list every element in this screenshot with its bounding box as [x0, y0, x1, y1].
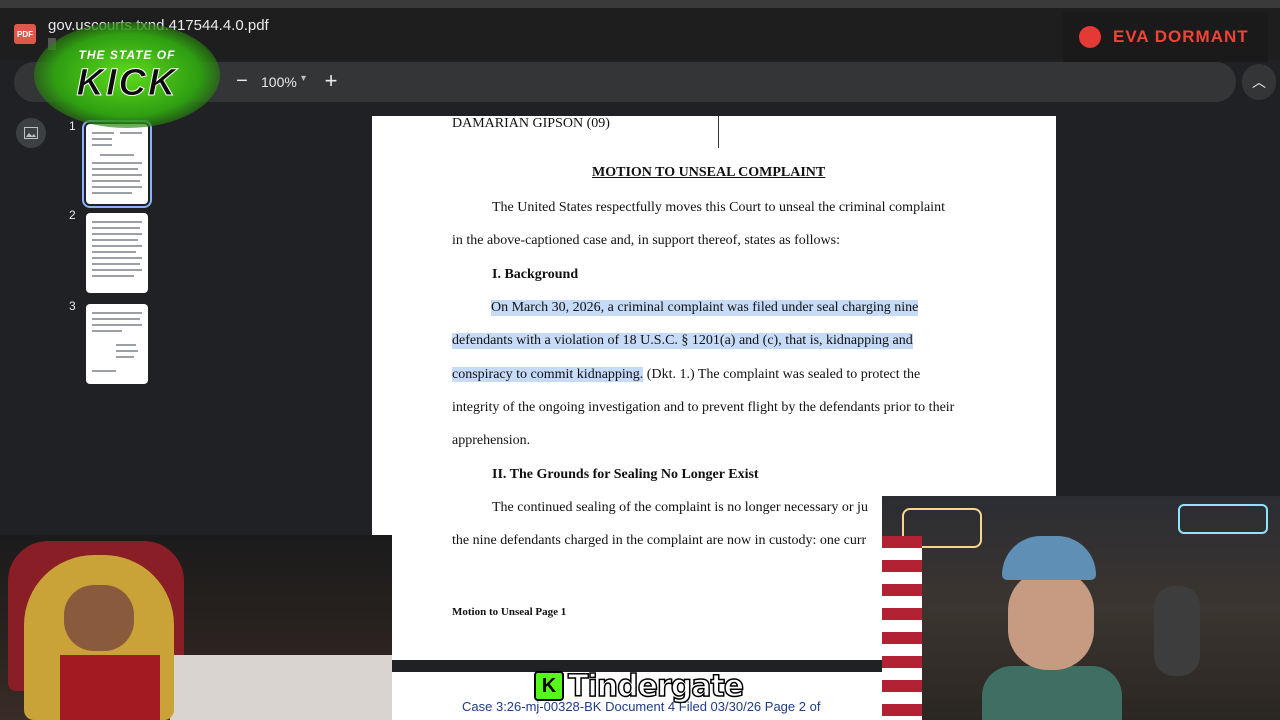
logo-big-text: KICK — [76, 62, 178, 105]
streamer-shirt — [60, 655, 160, 720]
zoom-in-button[interactable]: + — [319, 68, 343, 94]
paragraph-line: the nine defendants charged in the compl… — [452, 533, 867, 548]
highlighted-text[interactable]: conspiracy to commit kidnapping. — [452, 367, 644, 382]
record-dot-icon — [1079, 26, 1101, 48]
logo-small-text: THE STATE OF — [78, 48, 176, 62]
streamer-shirt — [982, 666, 1122, 720]
zoom-level-select[interactable]: 100% — [261, 74, 297, 90]
pdf-file-icon: PDF — [14, 24, 36, 44]
paragraph-line: The United States respectfully moves thi… — [492, 200, 945, 215]
kick-sticker: K Tindergate — [534, 668, 745, 705]
motion-heading: MOTION TO UNSEAL COMPLAINT — [592, 165, 826, 180]
page-thumbnail-3[interactable] — [86, 304, 148, 384]
background-furniture — [170, 655, 392, 720]
paragraph-text: (Dkt. 1.) The complaint was sealed to pr… — [643, 367, 921, 382]
highlighted-text[interactable]: On March 30, 2026, a criminal complaint … — [491, 300, 919, 316]
collapse-toolbar-button[interactable]: ︿ — [1242, 64, 1276, 100]
neon-sign — [1178, 504, 1268, 534]
streamer-cap — [1002, 536, 1096, 580]
channel-logo: THE STATE OF KICK — [34, 22, 220, 128]
kick-logo-icon: K — [534, 671, 564, 701]
highlighted-text[interactable]: defendants with a violation of 18 U.S.C.… — [452, 333, 913, 349]
defendant-line: DAMARIAN GIPSON (09) — [452, 116, 610, 131]
browser-strip — [0, 0, 1280, 8]
flag — [882, 536, 922, 720]
webcam-left — [0, 535, 392, 720]
zoom-out-button[interactable]: − — [230, 70, 254, 94]
paragraph-line: The continued sealing of the complaint i… — [492, 500, 868, 515]
live-status-label: EVA DORMANT — [1113, 27, 1249, 46]
webcam-right — [882, 496, 1280, 720]
paragraph-line: apprehension. — [452, 433, 531, 448]
section-heading-background: I. Background — [492, 267, 579, 282]
microphone — [1154, 586, 1200, 676]
streamer-face — [1008, 570, 1094, 670]
streamer — [982, 536, 1122, 720]
paragraph-line: conspiracy to commit kidnapping. (Dkt. 1… — [452, 367, 920, 383]
thumbnail-number: 3 — [69, 299, 76, 313]
thumbnail-number: 2 — [69, 208, 76, 222]
page-thumbnail-1[interactable] — [82, 120, 152, 208]
caption-divider — [718, 116, 719, 148]
page-footer: Motion to Unseal Page 1 — [452, 606, 567, 618]
paragraph-line: in the above-captioned case and, in supp… — [452, 233, 840, 248]
screen: PDF gov.uscourts.txnd.417544.4.0.pdf − 1… — [0, 0, 1280, 720]
paragraph-line: integrity of the ongoing investigation a… — [452, 400, 955, 415]
live-status-badge: EVA DORMANT — [1063, 12, 1268, 62]
sticker-text: Tindergate — [567, 668, 745, 705]
section-heading-grounds: II. The Grounds for Sealing No Longer Ex… — [492, 467, 759, 482]
page-thumbnail-2[interactable] — [86, 213, 148, 293]
streamer-face — [64, 585, 134, 651]
chevron-down-icon[interactable]: ▾ — [301, 73, 306, 84]
